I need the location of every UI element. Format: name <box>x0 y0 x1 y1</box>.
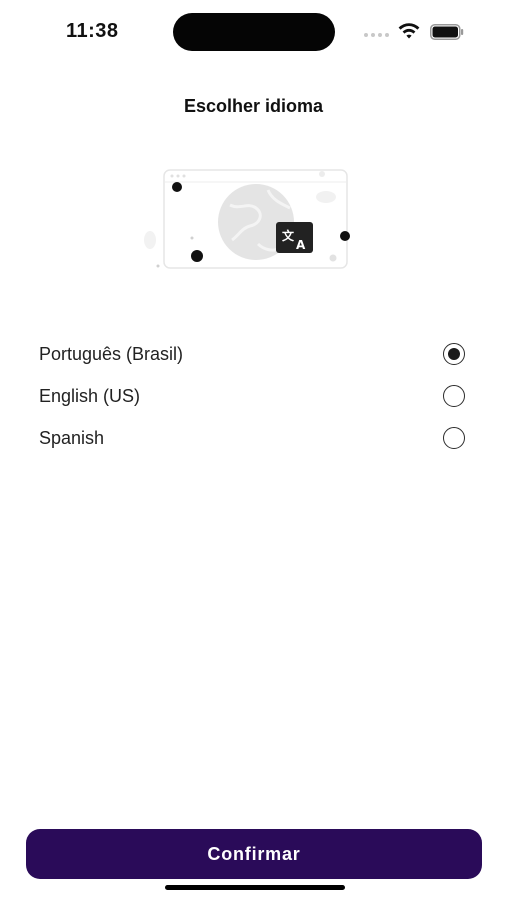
dynamic-island <box>173 13 335 51</box>
radio-unselected[interactable] <box>443 385 465 407</box>
svg-text:A: A <box>296 238 306 252</box>
svg-text:文: 文 <box>282 228 295 243</box>
battery-icon <box>430 24 464 40</box>
radio-selected[interactable] <box>443 343 465 365</box>
translate-icon: 文 A <box>276 222 313 253</box>
page-title: Escolher idioma <box>183 96 324 116</box>
confirm-button[interactable]: Confirmar <box>26 829 482 879</box>
language-option-pt-br[interactable]: Português (Brasil) <box>0 334 507 376</box>
home-indicator[interactable] <box>165 885 345 890</box>
language-option-spanish[interactable]: Spanish <box>0 418 507 460</box>
status-bar: 11:38 <box>0 0 507 64</box>
language-label: Português (Brasil) <box>39 344 184 364</box>
language-option-en-us[interactable]: English (US) <box>0 376 507 418</box>
radio-unselected[interactable] <box>443 427 465 449</box>
language-illustration: 文 A <box>144 169 350 269</box>
radio-dot <box>447 347 460 360</box>
signal-icon <box>364 33 390 37</box>
wifi-icon <box>398 23 420 39</box>
status-time: 11:38 <box>66 20 119 42</box>
language-label: Spanish <box>39 428 105 448</box>
language-label: English (US) <box>39 386 141 406</box>
